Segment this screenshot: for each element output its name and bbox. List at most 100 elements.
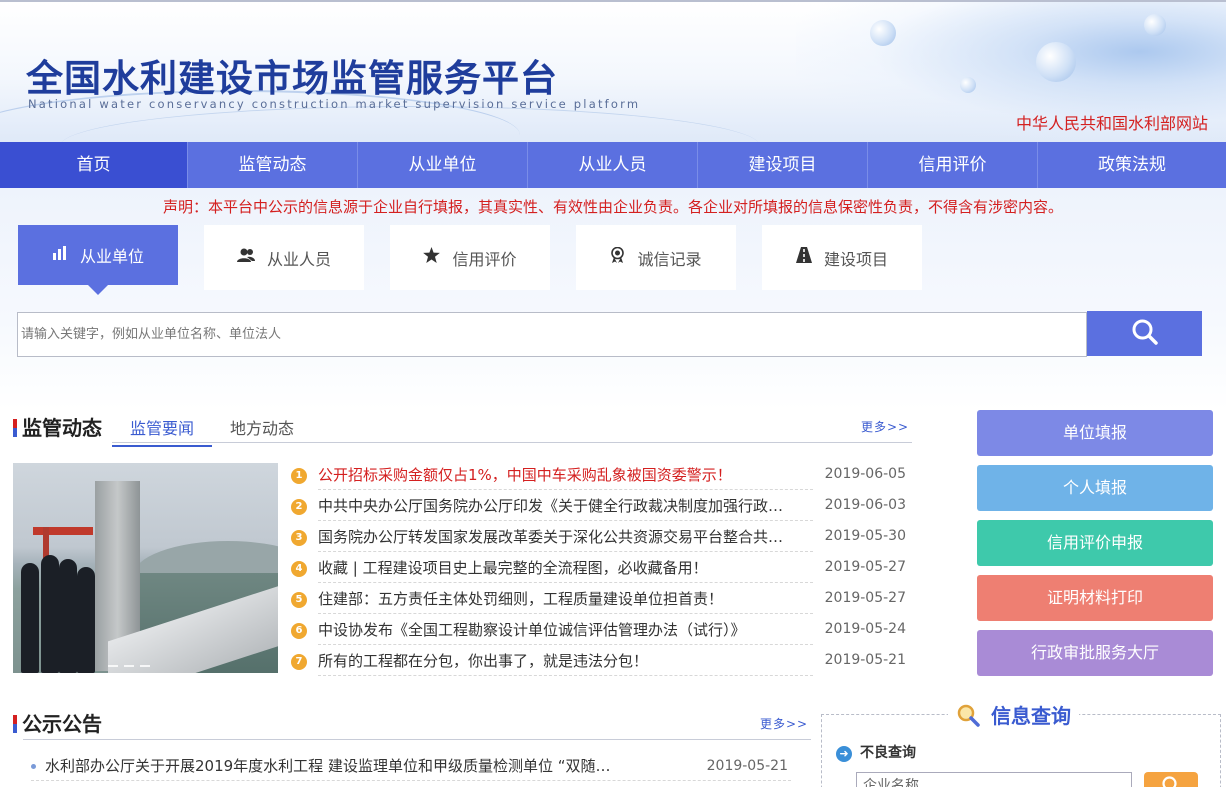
search-icon (1161, 775, 1181, 787)
news-date: 2019-05-21 (824, 652, 906, 668)
news-section-heading: 监管动态 (13, 412, 102, 441)
nav-item-units[interactable]: 从业单位 (358, 142, 528, 188)
list-item: 6 中设协发布《全国工程勘察设计单位诚信评估管理办法（试行）》 2019-05-… (290, 615, 908, 646)
search-tab-personnel[interactable]: 从业人员 (204, 225, 364, 290)
news-list: 1 公开招标采购金额仅占1%，中国中车采购乱象被国资委警示！ 2019-06-0… (290, 460, 908, 677)
news-more-link[interactable]: 更多>> (861, 418, 909, 435)
news-title-link[interactable]: 公开招标采购金额仅占1%，中国中车采购乱象被国资委警示！ (318, 460, 813, 490)
news-title-link[interactable]: 国务院办公厅转发国家发展改革委关于深化公共资源交易平台整合共… (318, 522, 813, 552)
list-item: 水利部办公厅关于开展2019年度水利工程 建设监理单位和甲级质量检测单位 “双随… (31, 753, 791, 781)
section-title: 监管动态 (22, 416, 102, 440)
list-item: 1 公开招标采购金额仅占1%，中国中车采购乱象被国资委警示！ 2019-06-0… (290, 460, 908, 491)
section-marker (13, 715, 17, 733)
unit-filing-button[interactable]: 单位填报 (977, 410, 1213, 456)
rank-badge: 1 (291, 468, 307, 484)
search-tab-integrity[interactable]: 诚信记录 (576, 225, 736, 290)
arrow-right-icon: ➜ (836, 746, 852, 762)
announcement-title-link[interactable]: 水利部办公厅关于开展2019年度水利工程 建设监理单位和甲级质量检测单位 “双随… (45, 753, 645, 781)
rank-badge: 3 (291, 530, 307, 546)
search-icon (1131, 318, 1159, 349)
news-tabs: 监管要闻 地方动态 更多>> (112, 408, 912, 447)
bad-query-text: 不良查询 (860, 745, 916, 761)
section-title: 公示公告 (22, 712, 102, 736)
disclaimer-notice: 声明：本平台中公示的信息源于企业自行填报，其真实性、有效性由企业负责。各企业对所… (162, 198, 1063, 216)
nav-item-projects[interactable]: 建设项目 (698, 142, 868, 188)
news-date: 2019-05-27 (824, 559, 906, 575)
news-title-link[interactable]: 收藏 | 工程建设项目史上最完整的全流程图，必收藏备用！ (318, 553, 813, 583)
search-tab-label: 诚信记录 (637, 249, 702, 269)
search-tab-projects[interactable]: 建设项目 (762, 225, 922, 290)
ministry-website-link[interactable]: 中华人民共和国水利部网站 (1016, 110, 1208, 134)
list-item: 4 收藏 | 工程建设项目史上最完整的全流程图，必收藏备用！ 2019-05-2… (290, 553, 908, 584)
header-banner: 全国水利建设市场监管服务平台 National water conservanc… (0, 0, 1226, 142)
rank-badge: 6 (291, 623, 307, 639)
nav-item-supervision-news[interactable]: 监管动态 (188, 142, 358, 188)
photo-scenery (33, 527, 93, 535)
search-panel (0, 188, 1226, 410)
photo-person (59, 559, 77, 673)
rank-badge: 4 (291, 561, 307, 577)
photo-person (77, 567, 95, 673)
search-tab-units[interactable]: 从业单位 (18, 225, 178, 295)
news-date: 2019-05-30 (824, 528, 906, 544)
credit-evaluation-apply-button[interactable]: 信用评价申报 (977, 520, 1213, 566)
list-item: 3 国务院办公厅转发国家发展改革委关于深化公共资源交易平台整合共… 2019-0… (290, 522, 908, 553)
divider (23, 739, 811, 740)
list-item: 2 中共中央办公厅国务院办公厅印发《关于健全行政裁决制度加强行政… 2019-0… (290, 491, 908, 522)
news-date: 2019-05-27 (824, 590, 906, 606)
slideshow-indicators[interactable] (108, 665, 150, 667)
news-title-link[interactable]: 住建部：五方责任主体处罚细则，工程质量建设单位担首责！ (318, 584, 813, 614)
info-query-title: 信息查询 (990, 704, 1071, 728)
water-drop-decoration (1144, 14, 1166, 36)
search-tab-label: 从业人员 (266, 249, 331, 269)
company-name-input[interactable] (856, 772, 1132, 787)
water-drop-decoration (960, 77, 976, 93)
bullet-icon (31, 764, 36, 769)
announce-section-heading: 公示公告 (13, 708, 102, 737)
announce-more-link[interactable]: 更多>> (760, 715, 808, 732)
list-item: 7 所有的工程都在分包，你出事了，就是违法分包！ 2019-05-21 (290, 646, 908, 677)
personal-filing-button[interactable]: 个人填报 (977, 465, 1213, 511)
search-tab-label: 从业单位 (79, 247, 144, 266)
road-icon (795, 247, 812, 268)
tab-key-news[interactable]: 监管要闻 (112, 415, 213, 447)
news-title-link[interactable]: 中设协发布《全国工程勘察设计单位诚信评估管理办法（试行）》 (318, 615, 813, 645)
bad-record-query-label: ➜ 不良查询 (836, 742, 916, 762)
nav-item-personnel[interactable]: 从业人员 (528, 142, 698, 188)
news-date: 2019-05-24 (824, 621, 906, 637)
site-subtitle: National water conservancy construction … (28, 97, 641, 111)
rank-badge: 7 (291, 654, 307, 670)
admin-approval-hall-button[interactable]: 行政审批服务大厅 (977, 630, 1213, 676)
nav-item-credit-evaluation[interactable]: 信用评价 (868, 142, 1038, 188)
bad-query-search-button[interactable] (1144, 772, 1198, 787)
rank-badge: 2 (291, 499, 307, 515)
list-item: 5 住建部：五方责任主体处罚细则，工程质量建设单位担首责！ 2019-05-27 (290, 584, 908, 615)
photo-person (41, 555, 59, 673)
main-nav: 首页 监管动态 从业单位 从业人员 建设项目 信用评价 政策法规 (0, 142, 1226, 188)
magnifier-icon (956, 704, 991, 728)
section-marker (13, 419, 17, 437)
news-title-link[interactable]: 中共中央办公厅国务院办公厅印发《关于健全行政裁决制度加强行政… (318, 491, 813, 521)
site-title: 全国水利建设市场监管服务平台 (26, 57, 558, 100)
news-slideshow-photo[interactable] (13, 463, 278, 673)
nav-item-home[interactable]: 首页 (0, 142, 188, 188)
tab-local-news[interactable]: 地方动态 (230, 415, 294, 439)
news-title-link[interactable]: 所有的工程都在分包，你出事了，就是违法分包！ (318, 646, 813, 676)
news-date: 2019-06-03 (824, 497, 906, 513)
water-drop-decoration (1036, 42, 1076, 82)
search-category-tabs: 从业单位 从业人员 信用评价 诚信记录 建设项目 (18, 225, 948, 295)
nav-item-policies[interactable]: 政策法规 (1038, 142, 1226, 188)
search-tab-credit[interactable]: 信用评价 (390, 225, 550, 290)
photo-person (21, 563, 39, 673)
certificate-print-button[interactable]: 证明材料打印 (977, 575, 1213, 621)
star-icon (423, 247, 441, 268)
info-query-heading: 信息查询 (948, 700, 1079, 729)
water-drop-decoration (870, 20, 896, 46)
users-icon (236, 248, 255, 268)
announcement-date: 2019-05-21 (706, 758, 788, 774)
news-date: 2019-06-05 (824, 466, 906, 482)
search-tab-label: 信用评价 (452, 249, 517, 269)
bar-chart-icon (52, 245, 68, 265)
search-input[interactable] (17, 312, 1087, 357)
search-button[interactable] (1087, 311, 1202, 356)
